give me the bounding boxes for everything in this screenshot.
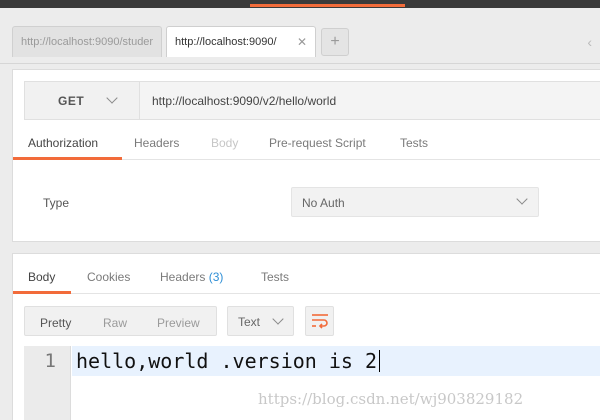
tab-pre-request-script[interactable]: Pre-request Script: [269, 136, 366, 150]
response-editor[interactable]: 1 hello,world .version is 2: [24, 346, 600, 420]
plus-icon: +: [330, 33, 340, 50]
auth-type-select[interactable]: No Auth: [291, 187, 539, 217]
language-value: Text: [238, 315, 261, 329]
tab-scroll-icon[interactable]: ‹: [587, 34, 592, 50]
format-preview-button[interactable]: Preview: [157, 316, 200, 330]
format-pretty-button[interactable]: Pretty: [40, 316, 71, 330]
response-tabs: Body Cookies Headers (3) Tests: [13, 254, 600, 294]
watermark: https://blog.csdn.net/wj903829182: [258, 390, 524, 408]
language-select[interactable]: Text: [227, 306, 294, 336]
auth-type-value: No Auth: [302, 196, 345, 210]
line-gutter: 1: [24, 346, 71, 420]
chevron-down-icon: [106, 92, 118, 104]
chevron-down-icon: [516, 193, 528, 205]
code-text: hello,world .version is 2: [76, 349, 381, 373]
close-icon[interactable]: ✕: [297, 27, 307, 57]
line-number: 1: [44, 350, 56, 372]
method-select[interactable]: GET: [25, 82, 140, 119]
tab-label: Headers: [160, 270, 206, 284]
request-tab-1[interactable]: http://localhost:9090/studer: [12, 26, 162, 57]
active-code-line: hello,world .version is 2: [72, 346, 600, 376]
tab-label: http://localhost:9090/studer: [21, 36, 154, 48]
active-tab-indicator: [13, 291, 71, 294]
request-tab-bar: http://localhost:9090/studer http://loca…: [0, 8, 600, 64]
format-raw-button[interactable]: Raw: [103, 316, 127, 330]
wrap-lines-icon: [312, 314, 328, 329]
request-panel: GET http://localhost:9090/v2/hello/world…: [12, 69, 600, 242]
format-toggle: Pretty Raw Preview: [24, 306, 217, 336]
tab-cookies[interactable]: Cookies: [87, 270, 130, 284]
add-tab-button[interactable]: +: [321, 28, 349, 56]
tab-response-headers[interactable]: Headers (3): [160, 270, 223, 284]
headers-count: (3): [208, 270, 224, 284]
tab-label: http://localhost:9090/: [175, 36, 277, 48]
url-bar: GET http://localhost:9090/v2/hello/world: [24, 81, 600, 120]
tab-test-results[interactable]: Tests: [261, 270, 289, 284]
url-input[interactable]: http://localhost:9090/v2/hello/world: [152, 94, 336, 108]
tab-response-body[interactable]: Body: [28, 270, 55, 284]
top-strip: [0, 0, 600, 8]
chevron-down-icon: [272, 313, 284, 325]
tab-authorization[interactable]: Authorization: [28, 136, 98, 150]
request-tab-2[interactable]: http://localhost:9090/ ✕: [166, 26, 316, 57]
request-tabs: Authorization Headers Body Pre-request S…: [13, 130, 600, 160]
response-body-text: hello,world .version is 2: [76, 349, 378, 373]
loading-accent-bar: [250, 4, 405, 7]
method-label: GET: [58, 94, 85, 108]
tab-headers[interactable]: Headers: [134, 136, 179, 150]
tab-tests[interactable]: Tests: [400, 136, 428, 150]
active-tab-indicator: [13, 157, 122, 160]
auth-type-label: Type: [43, 196, 70, 210]
text-cursor: [379, 350, 381, 372]
tab-body[interactable]: Body: [211, 136, 238, 150]
wrap-lines-button[interactable]: [305, 306, 334, 336]
